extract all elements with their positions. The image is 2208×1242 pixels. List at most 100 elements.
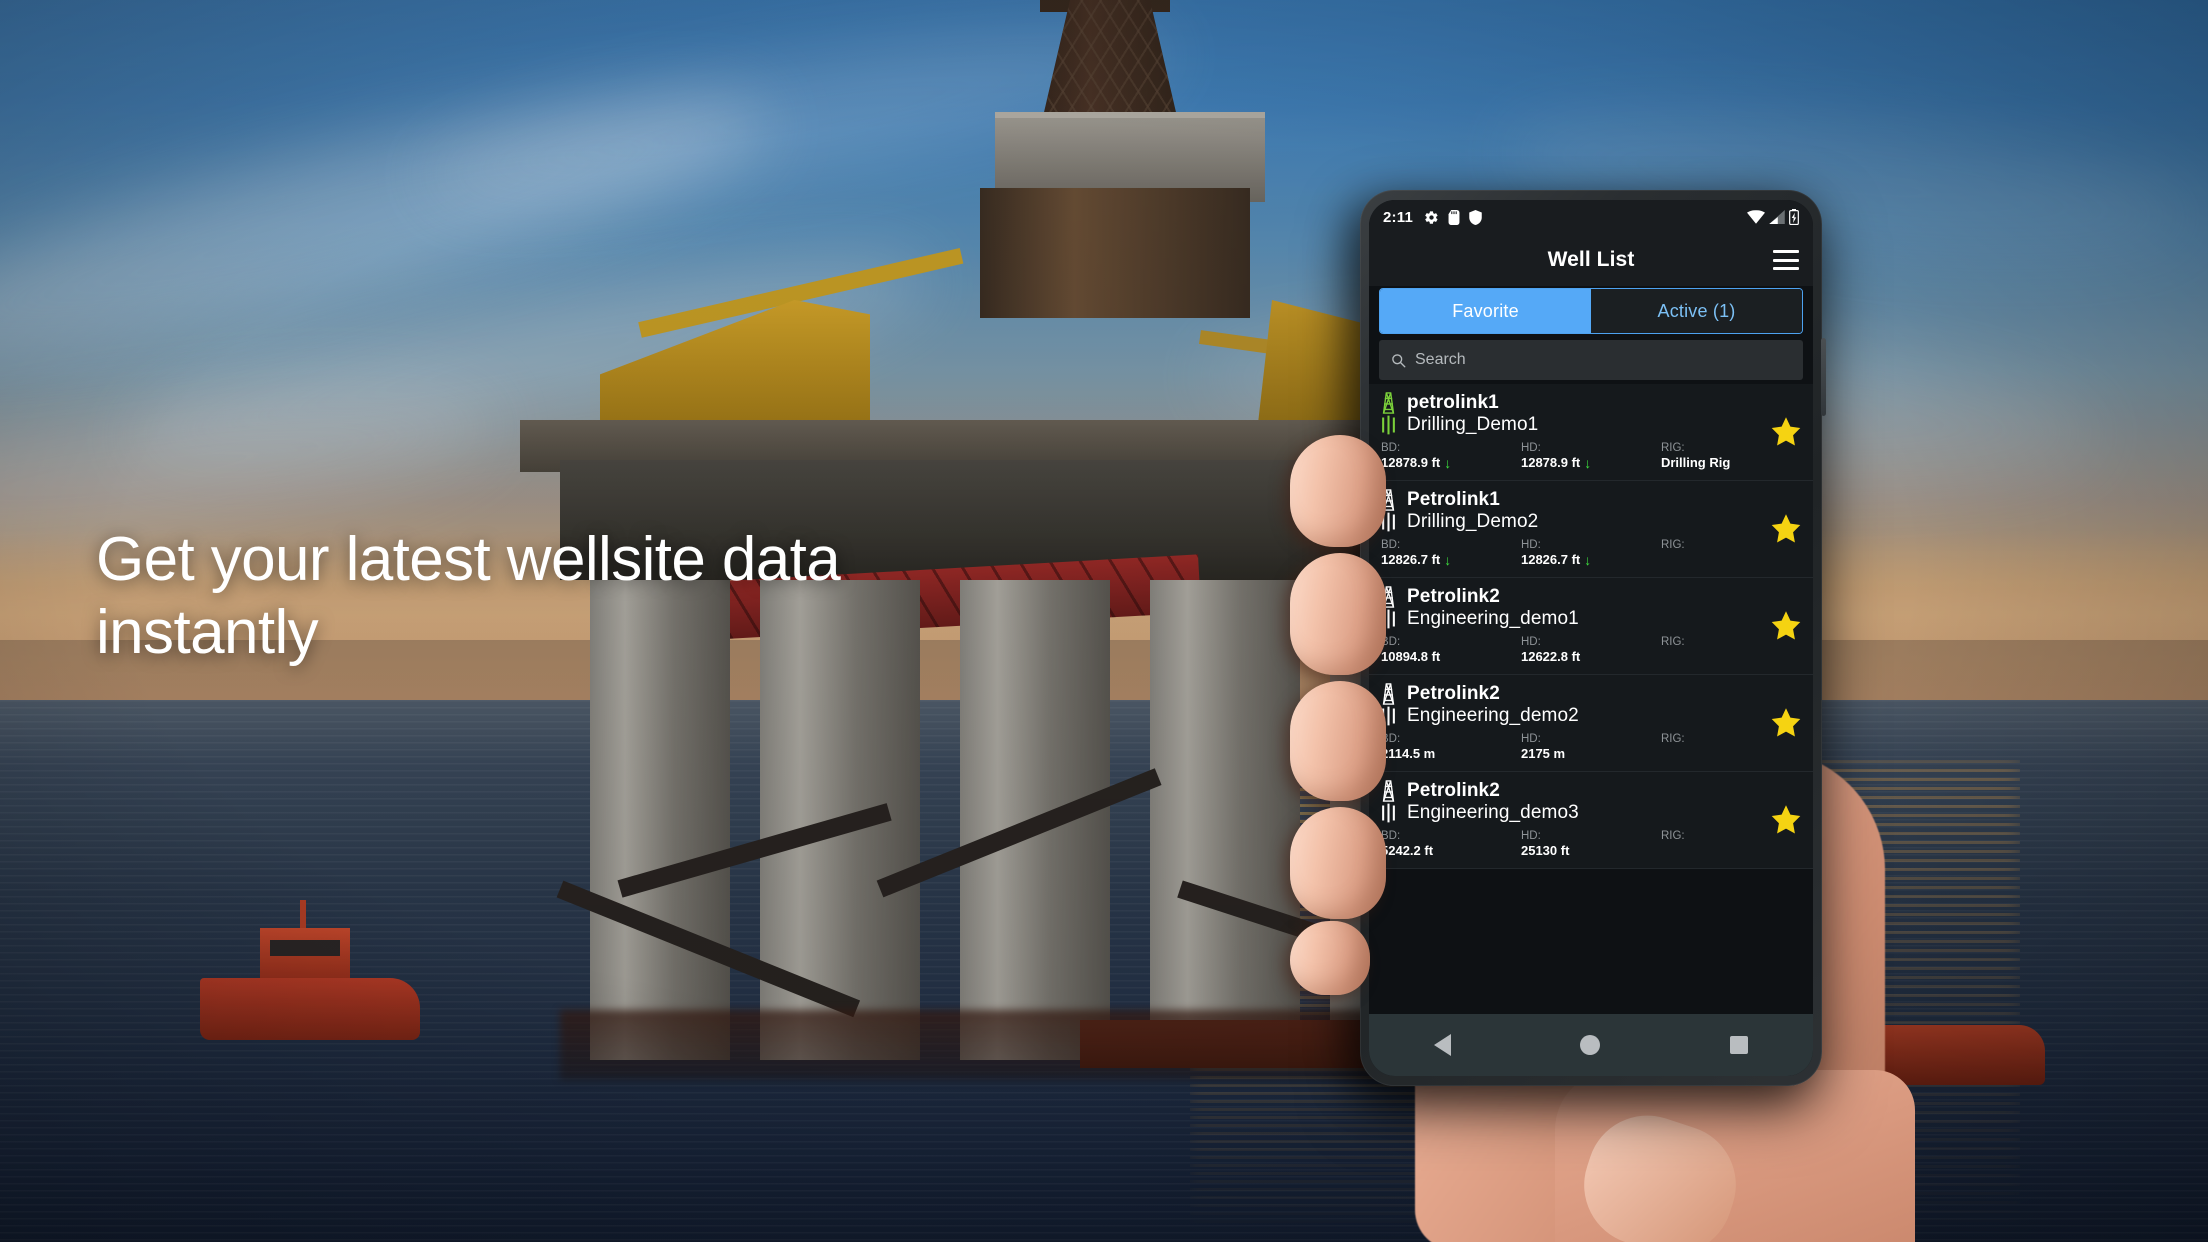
metric-number: 12878.9 ft (1520, 455, 1581, 470)
metric-number: 12826.7 ft (1520, 552, 1581, 567)
derrick-icon (1381, 489, 1396, 511)
hamburger-line (1773, 267, 1799, 270)
table-row[interactable]: Petrolink2 Engineering_demo3 BD: 5242.2 … (1369, 772, 1813, 869)
page-title: Well List (1547, 248, 1635, 271)
well-operator-line: Petrolink2 (1381, 683, 1801, 705)
search-bar[interactable]: Search (1379, 340, 1803, 380)
table-row[interactable]: Petrolink2 Engineering_demo2 BD: 2114.5 … (1369, 675, 1813, 772)
table-row[interactable]: Petrolink2 Engineering_demo1 BD: 10894.8… (1369, 578, 1813, 675)
metric-number: 12878.9 ft (1381, 455, 1441, 470)
well-name: Drilling_Demo1 (1407, 414, 1539, 435)
metric-label: BD: (1381, 830, 1401, 842)
recents-nav-button[interactable] (1730, 1036, 1749, 1054)
well-name-line: Drilling_Demo2 (1381, 511, 1801, 533)
drill-pipes-icon (1381, 706, 1396, 726)
tug-cabin (260, 928, 350, 984)
metric-value: 2114.5 m (1381, 746, 1436, 761)
metric-value: 2175 m (1520, 746, 1566, 761)
promo-scene: Get your latest wellsite data instantly … (0, 0, 2208, 1242)
favorite-star-icon[interactable] (1769, 609, 1803, 643)
derrick-icon (1381, 586, 1396, 608)
well-list-tabs: Favorite Active (1) (1379, 288, 1803, 334)
well-operator-line: Petrolink2 (1381, 780, 1801, 802)
trend-down-icon: ↓ (1584, 455, 1592, 471)
metric-value: 12878.9 ft ↓ (1381, 455, 1521, 471)
search-input[interactable]: Search (1415, 351, 1466, 369)
well-name-line: Drilling_Demo1 (1381, 414, 1801, 436)
back-nav-button[interactable] (1433, 1034, 1451, 1056)
battery-charging-icon (1789, 209, 1799, 225)
android-navigation-bar (1369, 1014, 1813, 1076)
status-bar-right-icons (1747, 209, 1799, 225)
metric-label: BD: (1381, 539, 1401, 551)
metric-bd: BD: 12826.7 ft ↓ (1381, 538, 1521, 568)
status-bar-left-icons (1424, 209, 1482, 225)
metric-label: HD: (1520, 733, 1541, 745)
metric-label: HD: (1520, 442, 1541, 454)
metric-label: BD: (1381, 733, 1401, 745)
sd-card-icon (1448, 209, 1460, 225)
well-name: Engineering_demo2 (1407, 705, 1579, 726)
favorite-star-icon[interactable] (1769, 415, 1803, 449)
derrick-icon (1381, 780, 1396, 802)
well-operator: Petrolink2 (1407, 683, 1500, 704)
tugboat (200, 900, 420, 1040)
trend-down-icon: ↓ (1444, 552, 1452, 568)
favorite-star-icon[interactable] (1769, 803, 1803, 837)
metric-bd: BD: 2114.5 m (1381, 732, 1521, 762)
marketing-headline: Get your latest wellsite data instantly (96, 524, 1156, 669)
favorite-star-icon[interactable] (1769, 512, 1803, 546)
metric-value: 5242.2 ft (1381, 843, 1434, 858)
well-metrics: BD: 12826.7 ft ↓ HD: 12826.7 ft ↓ RIG: (1381, 538, 1801, 568)
well-list[interactable]: petrolink1 Drilling_Demo1 BD: 12878.9 ft… (1369, 384, 1813, 1014)
metric-label: BD: (1381, 442, 1401, 454)
well-name-line: Engineering_demo2 (1381, 705, 1801, 727)
metric-value: 12826.7 ft ↓ (1381, 552, 1521, 568)
rig-leg (1150, 580, 1300, 1060)
well-name-line: Engineering_demo3 (1381, 802, 1801, 824)
metric-value: 25130 ft (1520, 843, 1570, 858)
metric-label: HD: (1520, 636, 1541, 648)
derrick-icon (1381, 683, 1396, 705)
metric-number: 12826.7 ft (1381, 552, 1441, 567)
table-row[interactable]: petrolink1 Drilling_Demo1 BD: 12878.9 ft… (1369, 384, 1813, 481)
well-metrics: BD: 10894.8 ft HD: 12622.8 ft RIG: (1381, 635, 1801, 665)
trend-down-icon: ↓ (1444, 455, 1452, 471)
home-nav-button[interactable] (1580, 1035, 1601, 1055)
cell-signal-icon (1769, 210, 1785, 224)
well-metrics: BD: 12878.9 ft ↓ HD: 12878.9 ft ↓ RIG: D… (1381, 441, 1801, 471)
well-name-line: Engineering_demo1 (1381, 608, 1801, 630)
well-name: Drilling_Demo2 (1407, 511, 1539, 532)
well-operator: Petrolink1 (1407, 489, 1500, 510)
drill-pipes-icon (1381, 803, 1396, 823)
metric-bd: BD: 5242.2 ft (1381, 829, 1521, 859)
drill-pipes-icon (1381, 512, 1396, 532)
hamburger-menu-icon[interactable] (1773, 250, 1799, 270)
search-icon (1391, 353, 1406, 368)
gear-icon (1424, 210, 1439, 225)
status-bar-clock: 2:11 (1383, 208, 1413, 226)
headline-line-2: instantly (96, 597, 319, 667)
hamburger-line (1773, 250, 1799, 253)
well-operator: Petrolink2 (1407, 780, 1500, 801)
metric-hd: HD: 12878.9 ft ↓ (1521, 441, 1661, 471)
metric-label: HD: (1520, 539, 1541, 551)
favorite-star-icon[interactable] (1769, 706, 1803, 740)
shield-icon (1469, 209, 1482, 225)
well-operator: petrolink1 (1407, 392, 1499, 413)
tug-window (270, 940, 340, 956)
well-name: Engineering_demo1 (1407, 608, 1579, 629)
derrick-base (980, 188, 1250, 318)
tug-hull (200, 978, 420, 1040)
app-bar: Well List (1369, 234, 1813, 286)
phone-screen: 2:11 Well List Favorite Active (1) Searc… (1369, 200, 1813, 1076)
smartphone-device: 2:11 Well List Favorite Active (1) Searc… (1360, 190, 1826, 1086)
hamburger-line (1773, 258, 1799, 262)
metric-label: HD: (1520, 830, 1541, 842)
metric-bd: BD: 10894.8 ft (1381, 635, 1521, 665)
tab-favorite[interactable]: Favorite (1380, 289, 1591, 333)
drill-pipes-icon (1381, 415, 1396, 435)
table-row[interactable]: Petrolink1 Drilling_Demo2 BD: 12826.7 ft… (1369, 481, 1813, 578)
metric-value: 12622.8 ft (1520, 649, 1581, 664)
tab-active[interactable]: Active (1) (1591, 289, 1802, 333)
